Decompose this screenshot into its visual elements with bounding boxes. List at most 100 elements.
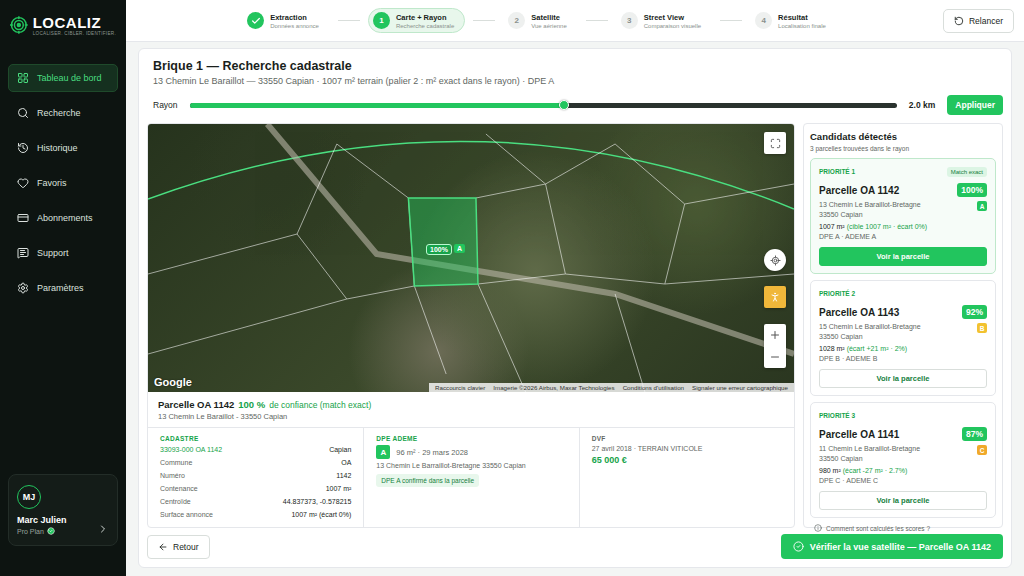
- candidate-priority: PRIORITÉ 2: [819, 290, 855, 297]
- cadastre-row: Centroïde44.837373, -0.578215: [160, 497, 351, 507]
- dvf-column: DVF 27 avril 2018 · TERRAIN VITICOLE 65 00…: [579, 428, 794, 527]
- main: ExtractionDonnées annonce 1Carte + RayonR…: [126, 0, 1024, 576]
- candidate-address: 13 Chemin Le Baraillot-Bretagne33550 Cap…: [819, 200, 921, 220]
- brand: LOCALIZLOCALISER. CIBLER. IDENTIFIER.: [8, 14, 118, 36]
- stepper: ExtractionDonnées annonce 1Carte + RayonR…: [136, 8, 943, 33]
- cadastre-row: Contenance1007 m²: [160, 484, 351, 494]
- candidate-card[interactable]: PRIORITÉ 3Parcelle OA 114187%11 Chemin L…: [810, 402, 996, 518]
- step[interactable]: 3Street ViewComparaison visuelle: [616, 8, 712, 33]
- back-button[interactable]: Retour: [147, 535, 210, 559]
- satellite-map[interactable]: 100%AGoogleRaccourcis clavierImagerie ©2…: [148, 124, 794, 392]
- step-subtitle: Recherche cadastrale: [396, 23, 454, 29]
- step-connector: [720, 20, 742, 21]
- locate-button[interactable]: [764, 249, 786, 271]
- search-card: Brique 1 — Recherche cadastrale 13 Chemin…: [138, 48, 1012, 568]
- radius-knob[interactable]: [559, 100, 569, 110]
- zoom-out-button[interactable]: [764, 346, 786, 368]
- dvf-info: 27 avril 2018 · TERRAIN VITICOLE: [592, 445, 782, 452]
- cadastre-code-row: 33093-000 OA 1142Capian: [160, 445, 351, 455]
- minus-icon: [769, 351, 781, 363]
- detail-title: Parcelle OA 1142100 %de confiance (match…: [158, 399, 784, 410]
- sidebar-item[interactable]: Historique: [8, 134, 118, 162]
- step[interactable]: 1Carte + RayonRecherche cadastrale: [368, 8, 465, 33]
- step-number: [247, 12, 264, 29]
- dpe-row: A96 m² · 29 mars 2028: [376, 445, 566, 459]
- user-plan: Pro Plan: [17, 527, 91, 535]
- sidebar-item[interactable]: Support: [8, 239, 118, 267]
- detail-header: Parcelle OA 1142100 %de confiance (match…: [148, 392, 794, 428]
- page-title: Brique 1 — Recherche cadastrale: [153, 59, 1003, 73]
- candidate-name: Parcelle OA 1143: [819, 307, 899, 318]
- attribution-link[interactable]: Signaler une erreur cartographique: [692, 384, 788, 391]
- left-column: 100%AGoogleRaccourcis clavierImagerie ©2…: [147, 123, 795, 528]
- arrow-left-icon: [158, 542, 168, 552]
- step-connector: [338, 20, 360, 21]
- candidate-address: 15 Chemin Le Baraillot-Bretagne33550 Cap…: [819, 322, 921, 342]
- candidate-grade: C: [977, 445, 987, 455]
- parcel-detail: Parcelle OA 1142100 %de confiance (match…: [148, 392, 794, 527]
- candidate-score: 100%: [957, 183, 987, 197]
- restart-button[interactable]: Relancer: [943, 9, 1014, 33]
- candidate-grade: A: [977, 201, 987, 211]
- sidebar: LOCALIZLOCALISER. CIBLER. IDENTIFIER. Tab…: [0, 0, 126, 576]
- apply-button[interactable]: Appliquer: [947, 95, 1003, 115]
- candidate-score: 87%: [962, 427, 987, 441]
- pegman-icon: [769, 291, 781, 303]
- step[interactable]: ExtractionDonnées annonce: [242, 8, 330, 33]
- column-label: CADASTRE: [160, 435, 351, 442]
- candidates-panel: Candidats détectés3 parcelles trouvées d…: [803, 123, 1003, 528]
- candidate-grade: B: [977, 323, 987, 333]
- candidate-card[interactable]: PRIORITÉ 2 Parcelle OA 1143 92% 15 Chemin L…: [810, 280, 996, 396]
- sidebar-item[interactable]: Abonnements: [8, 204, 118, 232]
- nav-icon: [17, 247, 29, 259]
- candidate-area: 980 m² (écart -27 m² · 2.7%): [819, 467, 987, 474]
- radius-slider[interactable]: [190, 103, 897, 108]
- candidate-dpe: DPE C · ADEME C: [819, 477, 987, 484]
- candidate-priority: PRIORITÉ 1: [819, 168, 855, 175]
- locate-icon: [770, 255, 781, 266]
- brand-name: LOCALIZ: [33, 14, 116, 31]
- zoom-in-button[interactable]: [764, 324, 786, 346]
- attribution-link[interactable]: Imagerie ©2026 Airbus, Maxar Technologie…: [493, 384, 614, 391]
- step-number: 4: [755, 12, 772, 29]
- user-card[interactable]: MJMarc JulienPro Plan: [8, 474, 118, 546]
- score-help-link[interactable]: Comment sont calculés les scores ?: [810, 524, 996, 532]
- attribution-link[interactable]: Raccourcis clavier: [435, 384, 485, 391]
- sidebar-item[interactable]: Favoris: [8, 169, 118, 197]
- dvf-price: 65 000 €: [592, 455, 782, 465]
- cadastre-row: CommuneOA: [160, 458, 351, 468]
- detail-columns: CADASTRE 33093-000 OA 1142Capian CommuneOA…: [148, 428, 794, 527]
- sidebar-item[interactable]: Tableau de bord: [8, 64, 118, 92]
- step-connector: [586, 20, 608, 21]
- view-parcel-button[interactable]: Voir la parcelle: [819, 491, 987, 510]
- step-title: Satellite: [531, 13, 566, 22]
- step[interactable]: 2SatelliteVue aérienne: [503, 8, 577, 33]
- brand-text: LOCALIZLOCALISER. CIBLER. IDENTIFIER.: [33, 14, 116, 36]
- sidebar-item[interactable]: Paramètres: [8, 274, 118, 302]
- view-parcel-button[interactable]: Voir la parcelle: [819, 369, 987, 388]
- candidate-score: 92%: [962, 305, 987, 319]
- app: LOCALIZLOCALISER. CIBLER. IDENTIFIER. Tab…: [0, 0, 1024, 576]
- cadastre-row: Numéro1142: [160, 471, 351, 481]
- attribution-link[interactable]: Conditions d'utilisation: [623, 384, 684, 391]
- column-label: DVF: [592, 435, 782, 442]
- cadastre-column: CADASTRE 33093-000 OA 1142Capian CommuneOA…: [148, 428, 363, 527]
- check-circle-icon: [793, 541, 804, 552]
- street-view-button[interactable]: [764, 286, 786, 308]
- logo-icon: [10, 14, 28, 36]
- step[interactable]: 4RésultatLocalisation finale: [750, 8, 837, 33]
- step-number: 2: [508, 12, 525, 29]
- user-name: Marc Julien: [17, 515, 91, 525]
- candidate-card[interactable]: PRIORITÉ 1Match exactParcelle OA 1142100…: [810, 158, 996, 274]
- step-title: Résultat: [778, 13, 826, 22]
- step-title: Carte + Rayon: [396, 13, 454, 22]
- step-title: Extraction: [270, 13, 319, 22]
- page-subtitle: 13 Chemin Le Baraillot — 33550 Capian · …: [153, 76, 1003, 86]
- verify-satellite-button[interactable]: Vérifier la vue satellite — Parcelle OA …: [781, 534, 1003, 559]
- fullscreen-button[interactable]: [764, 132, 786, 154]
- view-parcel-button[interactable]: Voir la parcelle: [819, 247, 987, 266]
- body: 100%AGoogleRaccourcis clavierImagerie ©2…: [147, 123, 1003, 528]
- user-info: MJMarc JulienPro Plan: [17, 485, 91, 535]
- sidebar-item[interactable]: Recherche: [8, 99, 118, 127]
- candidate-dpe: DPE B · ADEME B: [819, 355, 987, 362]
